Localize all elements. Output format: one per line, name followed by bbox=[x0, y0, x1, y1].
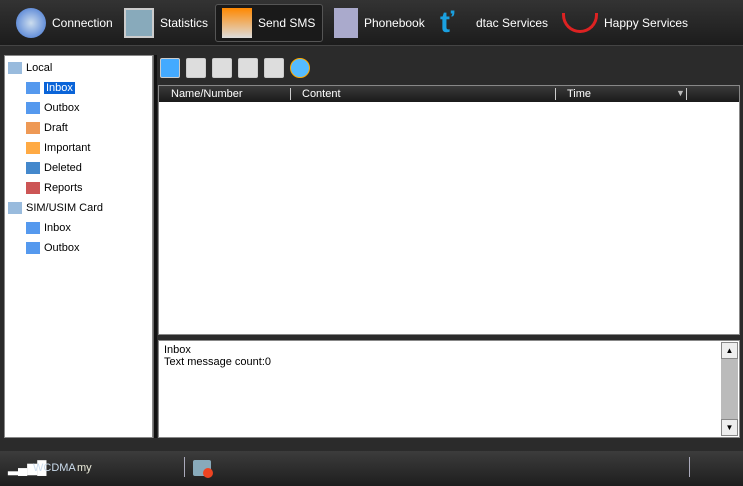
monitor-chart-icon bbox=[124, 8, 154, 38]
trash-icon bbox=[26, 162, 40, 174]
search-icon[interactable] bbox=[290, 58, 310, 78]
outbox-icon bbox=[26, 102, 40, 114]
happy-logo-icon bbox=[562, 13, 598, 33]
reply-icon[interactable] bbox=[238, 58, 258, 78]
tree-sim[interactable]: SIM/USIM Card bbox=[8, 200, 103, 216]
refresh-icon bbox=[16, 8, 46, 38]
phonebook-icon bbox=[334, 8, 358, 38]
scroll-up-icon[interactable]: ▲ bbox=[721, 342, 738, 359]
nav-phonebook[interactable]: Phonebook bbox=[328, 4, 431, 42]
info-pane: Inbox Text message count:0 ▲ ▼ bbox=[158, 340, 740, 438]
nav-send-sms[interactable]: Send SMS bbox=[215, 4, 323, 42]
nav-dtac-services[interactable]: ť dtac Services bbox=[434, 4, 554, 42]
tree-reports[interactable]: Reports bbox=[26, 180, 83, 196]
scrollbar[interactable]: ▲ ▼ bbox=[721, 342, 738, 436]
col-content[interactable]: Content bbox=[302, 88, 341, 100]
col-time[interactable]: Time bbox=[567, 88, 591, 100]
inbox-icon bbox=[26, 222, 40, 234]
tree-draft[interactable]: Draft bbox=[26, 120, 68, 136]
message-list[interactable]: Name/Number Content Time ▼ bbox=[158, 85, 740, 335]
col-name[interactable]: Name/Number bbox=[171, 88, 243, 100]
delete-message-icon[interactable] bbox=[186, 58, 206, 78]
status-bar: ▂▄▆█ WCDMA my bbox=[0, 451, 743, 486]
nav-connection[interactable]: Connection bbox=[10, 4, 119, 42]
tree-important[interactable]: Important bbox=[26, 140, 90, 156]
envelope-icon bbox=[222, 8, 252, 38]
splitter[interactable] bbox=[153, 55, 157, 438]
folder-tree: Local Inbox Outbox Draft Important Delet… bbox=[4, 55, 153, 438]
tree-local[interactable]: Local bbox=[8, 60, 52, 76]
tree-deleted[interactable]: Deleted bbox=[26, 160, 82, 176]
tree-local-outbox[interactable]: Outbox bbox=[26, 100, 79, 116]
sort-arrow-icon: ▼ bbox=[676, 88, 685, 98]
tree-sim-outbox[interactable]: Outbox bbox=[26, 240, 79, 256]
network-type: WCDMA bbox=[33, 462, 76, 474]
folder-icon bbox=[8, 62, 22, 74]
list-header: Name/Number Content Time ▼ bbox=[159, 86, 739, 102]
disconnected-icon bbox=[193, 460, 213, 478]
draft-icon bbox=[26, 122, 40, 134]
nav-happy-services[interactable]: Happy Services bbox=[556, 4, 694, 42]
report-icon bbox=[26, 182, 40, 194]
info-count: Text message count:0 bbox=[164, 356, 272, 368]
message-toolbar bbox=[160, 58, 310, 78]
operator: my bbox=[77, 462, 92, 474]
folder-icon bbox=[8, 202, 22, 214]
dtac-logo-icon: ť bbox=[440, 6, 455, 39]
outbox-icon bbox=[26, 242, 40, 254]
forward-icon[interactable] bbox=[212, 58, 232, 78]
info-folder: Inbox bbox=[164, 344, 191, 356]
new-message-icon[interactable] bbox=[160, 58, 180, 78]
nav-statistics[interactable]: Statistics bbox=[118, 4, 214, 42]
top-nav: Connection Statistics Send SMS Phonebook… bbox=[0, 0, 743, 46]
scroll-down-icon[interactable]: ▼ bbox=[721, 419, 738, 436]
important-icon bbox=[26, 142, 40, 154]
tree-local-inbox[interactable]: Inbox bbox=[26, 80, 76, 96]
reply-all-icon[interactable] bbox=[264, 58, 284, 78]
tree-sim-inbox[interactable]: Inbox bbox=[26, 220, 71, 236]
inbox-icon bbox=[26, 82, 40, 94]
